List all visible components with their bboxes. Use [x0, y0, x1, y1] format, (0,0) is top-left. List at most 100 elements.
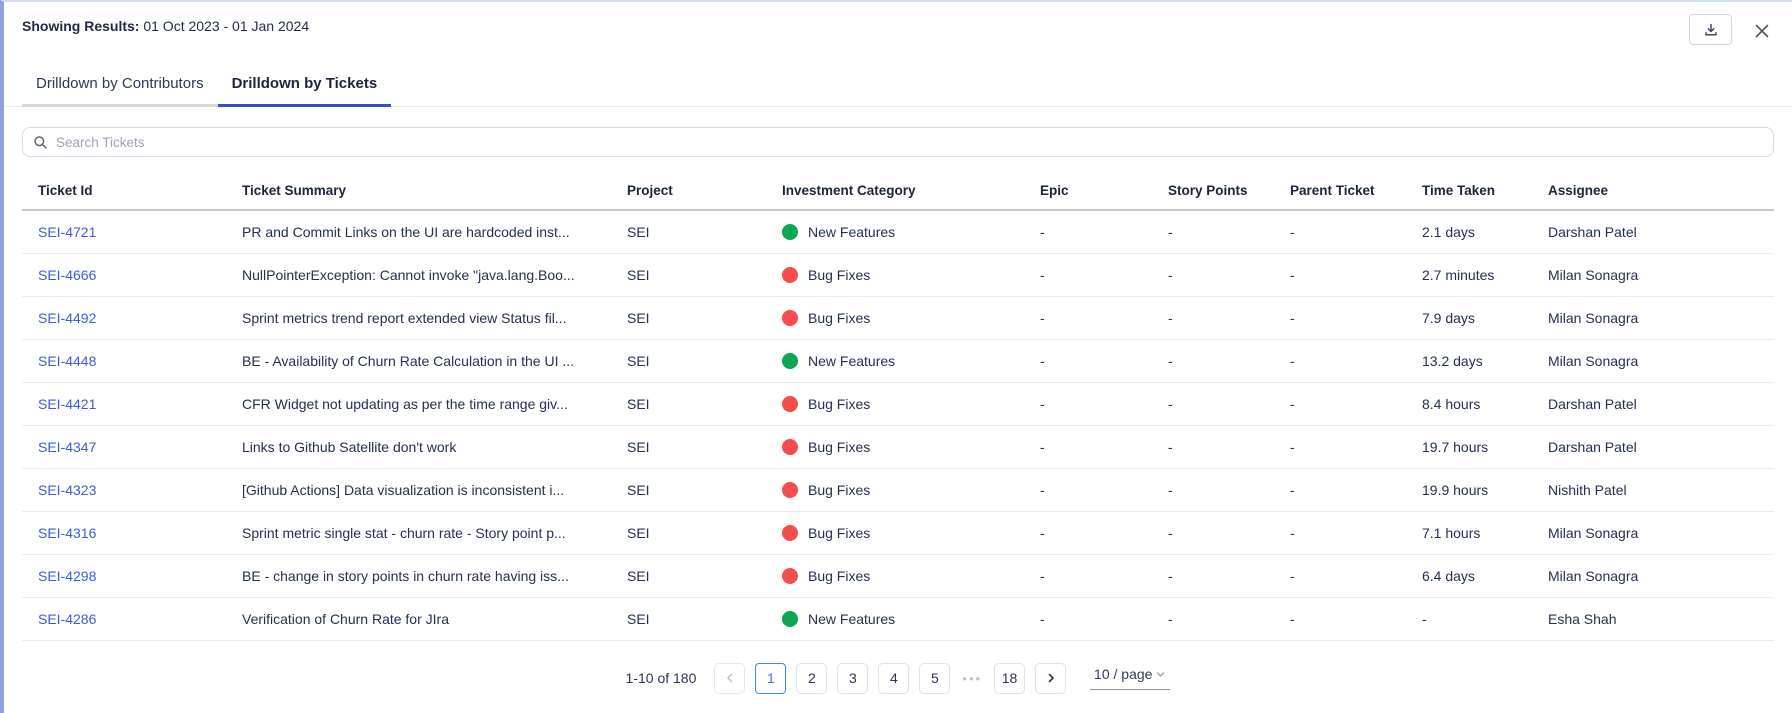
page-button-3[interactable]: 3	[837, 663, 868, 694]
pagination-ellipsis[interactable]: •••	[960, 671, 984, 686]
time-taken-cell: 7.1 hours	[1406, 511, 1532, 554]
table-row: SEI-4492 Sprint metrics trend report ext…	[22, 296, 1774, 339]
time-taken-cell: 2.7 minutes	[1406, 253, 1532, 296]
parent-ticket-cell: -	[1274, 554, 1406, 597]
col-header-parent-ticket: Parent Ticket	[1274, 183, 1406, 210]
parent-ticket-cell: -	[1274, 339, 1406, 382]
page-button-5[interactable]: 5	[919, 663, 950, 694]
search-input[interactable]	[56, 135, 1763, 150]
page-size-select[interactable]: 10 / page	[1090, 666, 1170, 690]
col-header-project: Project	[611, 183, 766, 210]
category-label: New Features	[808, 224, 895, 240]
category-label: New Features	[808, 353, 895, 369]
table-row: SEI-4666 NullPointerException: Cannot in…	[22, 253, 1774, 296]
story-points-cell: -	[1152, 296, 1274, 339]
assignee-cell: Esha Shah	[1532, 597, 1774, 640]
category-label: Bug Fixes	[808, 439, 870, 455]
category-label: Bug Fixes	[808, 525, 870, 541]
ticket-id-link[interactable]: SEI-4721	[38, 224, 96, 240]
project-cell: SEI	[611, 296, 766, 339]
date-range: 01 Oct 2023 - 01 Jan 2024	[143, 18, 309, 34]
ticket-summary-cell: Verification of Churn Rate for JIra	[226, 597, 611, 640]
ticket-summary-cell: NullPointerException: Cannot invoke "jav…	[226, 253, 611, 296]
ticket-id-link[interactable]: SEI-4492	[38, 310, 96, 326]
table-row: SEI-4448 BE - Availability of Churn Rate…	[22, 339, 1774, 382]
story-points-cell: -	[1152, 382, 1274, 425]
ticket-id-link[interactable]: SEI-4347	[38, 439, 96, 455]
chevron-down-icon	[1155, 669, 1166, 680]
category-dot	[782, 525, 798, 541]
story-points-cell: -	[1152, 253, 1274, 296]
time-taken-cell: 7.9 days	[1406, 296, 1532, 339]
ticket-id-link[interactable]: SEI-4421	[38, 396, 96, 412]
time-taken-cell: -	[1406, 597, 1532, 640]
story-points-cell: -	[1152, 554, 1274, 597]
assignee-cell: Darshan Patel	[1532, 382, 1774, 425]
project-cell: SEI	[611, 554, 766, 597]
category-dot	[782, 568, 798, 584]
ticket-summary-cell: BE - Availability of Churn Rate Calculat…	[226, 339, 611, 382]
assignee-cell: Milan Sonagra	[1532, 339, 1774, 382]
parent-ticket-cell: -	[1274, 511, 1406, 554]
col-header-epic: Epic	[1024, 183, 1152, 210]
parent-ticket-cell: -	[1274, 597, 1406, 640]
category-dot	[782, 353, 798, 369]
ticket-summary-cell: CFR Widget not updating as per the time …	[226, 382, 611, 425]
epic-cell: -	[1024, 597, 1152, 640]
category-dot	[782, 396, 798, 412]
category-label: Bug Fixes	[808, 396, 870, 412]
time-taken-cell: 19.7 hours	[1406, 425, 1532, 468]
prev-page-button[interactable]	[714, 663, 745, 694]
project-cell: SEI	[611, 425, 766, 468]
page-button-18[interactable]: 18	[994, 663, 1025, 694]
category-label: Bug Fixes	[808, 482, 870, 498]
close-button[interactable]	[1750, 19, 1774, 43]
parent-ticket-cell: -	[1274, 425, 1406, 468]
col-header-ticket-id: Ticket Id	[22, 183, 226, 210]
tab-drilldown-by-tickets[interactable]: Drilldown by Tickets	[218, 67, 392, 107]
table-row: SEI-4298 BE - change in story points in …	[22, 554, 1774, 597]
page-button-4[interactable]: 4	[878, 663, 909, 694]
page-button-1[interactable]: 1	[755, 663, 786, 694]
page-button-2[interactable]: 2	[796, 663, 827, 694]
ticket-id-link[interactable]: SEI-4448	[38, 353, 96, 369]
table-row: SEI-4316 Sprint metric single stat - chu…	[22, 511, 1774, 554]
tickets-table: Ticket Id Ticket Summary Project Investm…	[22, 183, 1774, 641]
ticket-id-link[interactable]: SEI-4298	[38, 568, 96, 584]
story-points-cell: -	[1152, 468, 1274, 511]
story-points-cell: -	[1152, 210, 1274, 253]
project-cell: SEI	[611, 468, 766, 511]
time-taken-cell: 8.4 hours	[1406, 382, 1532, 425]
category-dot	[782, 267, 798, 283]
download-button[interactable]	[1689, 14, 1732, 45]
project-cell: SEI	[611, 597, 766, 640]
ticket-id-link[interactable]: SEI-4323	[38, 482, 96, 498]
ticket-summary-cell: Links to Github Satellite don't work	[226, 425, 611, 468]
tab-bar: Drilldown by Contributors Drilldown by T…	[4, 67, 1792, 107]
parent-ticket-cell: -	[1274, 210, 1406, 253]
epic-cell: -	[1024, 554, 1152, 597]
ticket-id-link[interactable]: SEI-4316	[38, 525, 96, 541]
parent-ticket-cell: -	[1274, 468, 1406, 511]
search-icon	[33, 135, 48, 150]
epic-cell: -	[1024, 210, 1152, 253]
time-taken-cell: 13.2 days	[1406, 339, 1532, 382]
parent-ticket-cell: -	[1274, 382, 1406, 425]
table-row: SEI-4323 [Github Actions] Data visualiza…	[22, 468, 1774, 511]
epic-cell: -	[1024, 253, 1152, 296]
tab-drilldown-by-contributors[interactable]: Drilldown by Contributors	[22, 67, 218, 107]
pagination: 1-10 of 180 1 2 3 4 5 ••• 18 10 / page	[4, 663, 1792, 694]
ticket-summary-cell: [Github Actions] Data visualization is i…	[226, 468, 611, 511]
ticket-id-link[interactable]: SEI-4286	[38, 611, 96, 627]
col-header-investment-category: Investment Category	[766, 183, 1024, 210]
search-box	[22, 127, 1774, 157]
story-points-cell: -	[1152, 425, 1274, 468]
top-bar: Showing Results: 01 Oct 2023 - 01 Jan 20…	[4, 2, 1792, 45]
col-header-story-points: Story Points	[1152, 183, 1274, 210]
epic-cell: -	[1024, 339, 1152, 382]
pagination-range: 1-10 of 180	[626, 670, 697, 686]
ticket-id-link[interactable]: SEI-4666	[38, 267, 96, 283]
time-taken-cell: 2.1 days	[1406, 210, 1532, 253]
next-page-button[interactable]	[1035, 663, 1066, 694]
ticket-summary-cell: BE - change in story points in churn rat…	[226, 554, 611, 597]
